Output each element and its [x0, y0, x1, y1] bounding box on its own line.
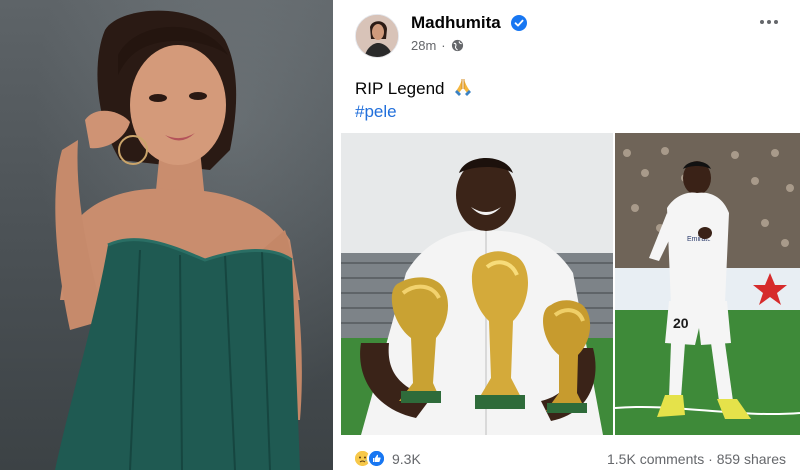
post-image-player[interactable]: Emirates 20 [615, 133, 800, 435]
shares-count[interactable]: 859 shares [717, 451, 786, 467]
portrait-illustration [55, 10, 302, 470]
stats-separator: · [708, 451, 713, 467]
more-options-icon[interactable] [754, 14, 784, 30]
facebook-post: Madhumita 28m · RIP Legend #pele Emirate… [333, 0, 800, 470]
comments-count[interactable]: 1.5K comments [607, 451, 704, 467]
author-name[interactable]: Madhumita [411, 13, 501, 33]
trophy-photo [341, 133, 613, 435]
post-text: RIP Legend [355, 77, 473, 100]
like-reaction-icon [367, 449, 386, 468]
player-photo: Emirates 20 [615, 133, 800, 435]
reactions-summary[interactable]: 9.3K [353, 449, 421, 468]
jersey-number: 20 [673, 315, 689, 331]
avatar-image [356, 15, 398, 57]
left-portrait-photo [0, 0, 333, 470]
author-avatar[interactable] [355, 14, 399, 58]
verified-badge-icon [511, 15, 527, 31]
post-timestamp[interactable]: 28m [411, 38, 436, 53]
globe-icon[interactable] [451, 39, 464, 52]
post-message: RIP Legend [355, 79, 445, 98]
reactions-count: 9.3K [392, 450, 421, 467]
post-image-legend-trophies[interactable] [341, 133, 613, 435]
post-footer: 9.3K 1.5K comments · 859 shares [333, 446, 800, 470]
post-meta: 28m · [411, 38, 464, 53]
hashtag-link[interactable]: #pele [355, 101, 397, 123]
pray-emoji-icon [453, 77, 473, 97]
meta-separator: · [441, 38, 446, 53]
engagement-stats: 1.5K comments · 859 shares [607, 451, 786, 467]
